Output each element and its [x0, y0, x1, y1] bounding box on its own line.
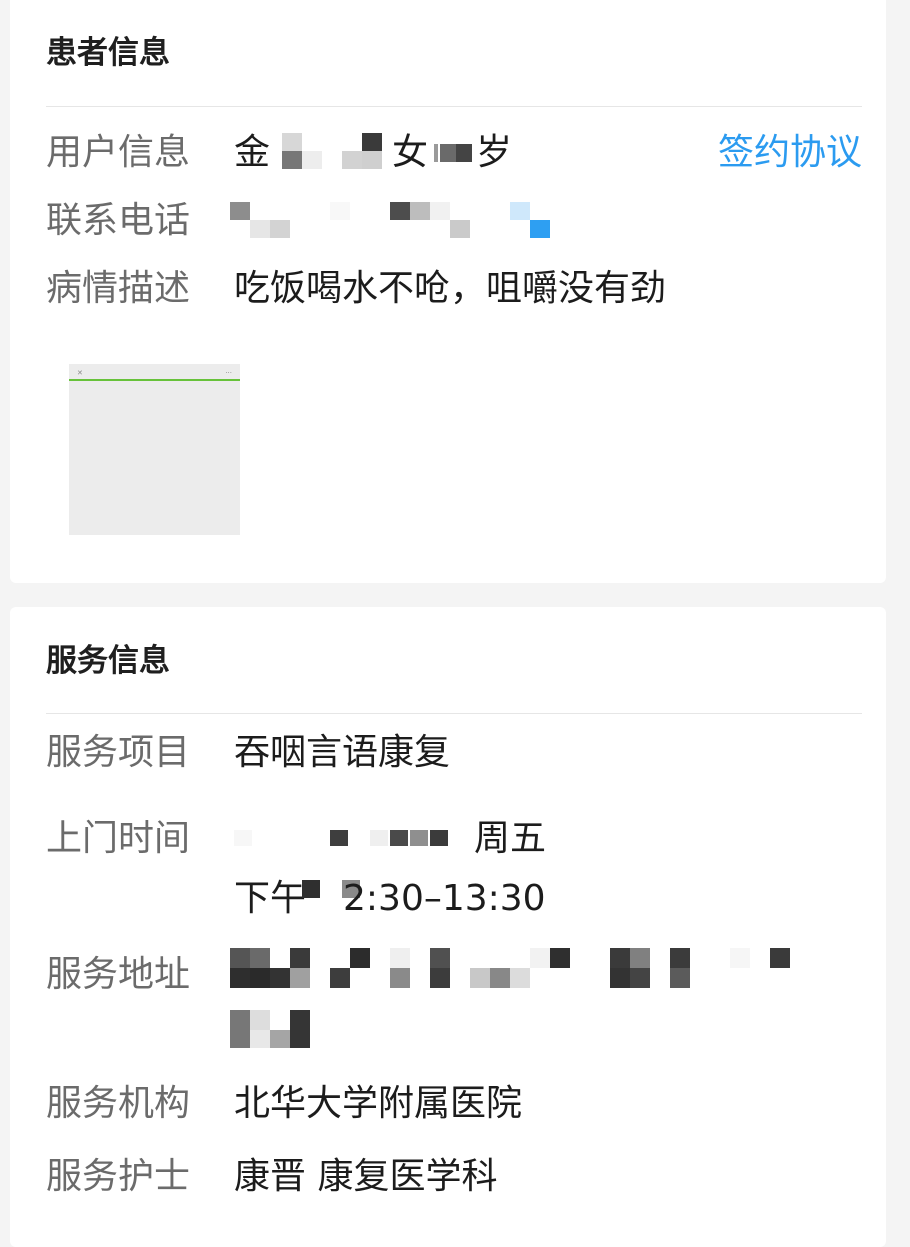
patient-info-divider [46, 106, 862, 107]
service-address-row: 服务地址 [46, 948, 862, 1052]
service-institution-label: 服务机构 [46, 1083, 191, 1124]
thumbnail-progress-bar [69, 379, 240, 381]
patient-age-redacted [434, 136, 476, 170]
service-nurse-row: 服务护士 康晋 康复医学科 [46, 1154, 862, 1200]
visit-period-prefix: 下午 [234, 878, 307, 919]
service-info-card: 服务信息 服务项目 吞咽言语康复 上门时间 周五 下午 2:30–13:30 服… [10, 607, 886, 1247]
user-info-label: 用户信息 [46, 132, 191, 173]
contact-phone-label: 联系电话 [46, 200, 191, 241]
service-info-title: 服务信息 [46, 643, 170, 679]
service-item-value: 吞咽言语康复 [234, 732, 451, 773]
service-address-redacted [230, 948, 830, 1048]
visit-date-redacted [234, 822, 464, 856]
service-address-label: 服务地址 [46, 954, 191, 995]
condition-description-row: 病情描述 吃饭喝水不呛，咀嚼没有劲 [46, 266, 862, 312]
patient-age-suffix: 岁 [476, 132, 513, 173]
service-nurse-value: 康晋 康复医学科 [234, 1156, 498, 1197]
service-nurse-label: 服务护士 [46, 1156, 191, 1197]
patient-name-visible: 金 [234, 132, 271, 173]
thumbnail-more-icon: ··· [225, 369, 232, 377]
visit-time-label: 上门时间 [46, 818, 191, 859]
thumbnail-status-bar [69, 364, 240, 374]
sign-agreement-link[interactable]: 签约协议 [718, 130, 862, 176]
patient-gender: 女 [392, 132, 429, 173]
image-thumbnail-icon[interactable]: ✕ ··· [69, 364, 240, 535]
visit-weekday: 周五 [474, 818, 547, 859]
visit-time-range: 2:30–13:30 [343, 878, 546, 919]
visit-time-row: 上门时间 周五 下午 2:30–13:30 [46, 816, 862, 926]
thumbnail-close-icon: ✕ [77, 369, 83, 377]
patient-name-redacted [270, 130, 386, 174]
contact-phone-redacted[interactable] [230, 198, 570, 244]
user-info-row: 用户信息 金 女 岁 签约协议 [46, 130, 862, 176]
contact-phone-row: 联系电话 [46, 198, 862, 244]
condition-description-value: 吃饭喝水不呛，咀嚼没有劲 [234, 268, 667, 309]
patient-info-card: 患者信息 用户信息 金 女 岁 签约协议 联系电话 病情描述 吃饭喝水不呛，咀嚼… [10, 0, 886, 583]
service-item-row: 服务项目 吞咽言语康复 [46, 730, 862, 776]
service-institution-row: 服务机构 北华大学附属医院 [46, 1081, 862, 1127]
patient-info-title: 患者信息 [46, 35, 170, 71]
service-info-divider [46, 713, 862, 714]
service-item-label: 服务项目 [46, 732, 191, 773]
condition-description-label: 病情描述 [46, 268, 191, 309]
service-institution-value: 北华大学附属医院 [234, 1083, 523, 1124]
